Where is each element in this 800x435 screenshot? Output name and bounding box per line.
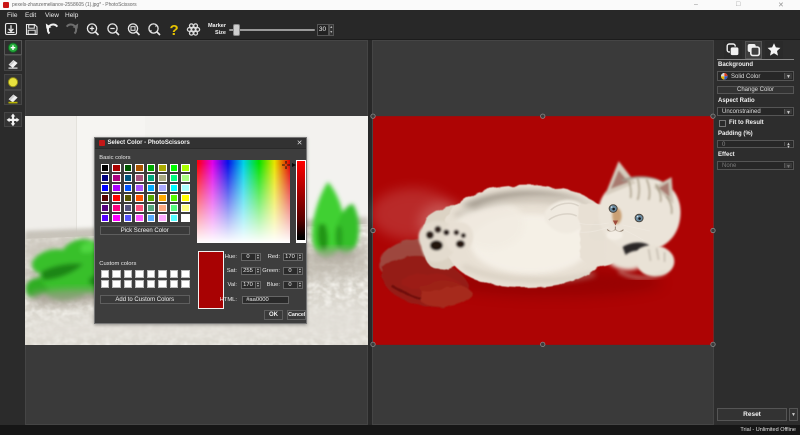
- svg-text:?: ?: [170, 22, 179, 39]
